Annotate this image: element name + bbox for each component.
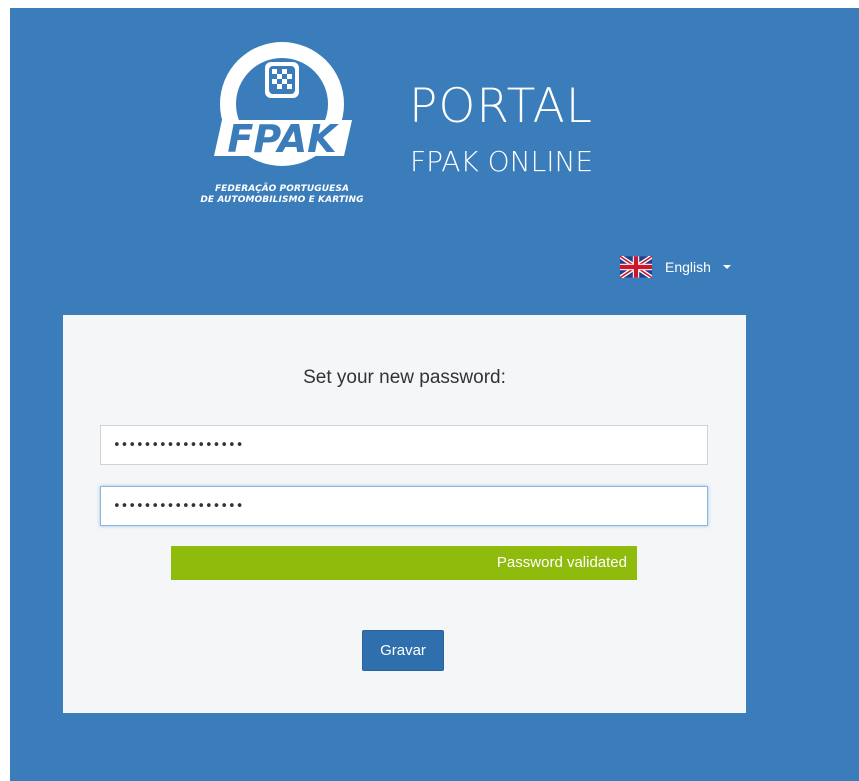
logo-text: FPAK — [227, 117, 339, 161]
portal-title: PORTAL — [409, 79, 593, 134]
confirm-password-field[interactable] — [100, 486, 708, 526]
password-panel: Set your new password: Password validate… — [63, 315, 746, 713]
language-label: English — [665, 259, 711, 275]
logo-caption-line2: DE AUTOMOBILISMO E KARTING — [200, 195, 364, 205]
fpak-logo: FPAK FEDERAÇÃO PORTUGUESA DE AUTOMOBILIS… — [182, 34, 382, 214]
language-selector[interactable]: English — [620, 255, 731, 279]
form-title: Set your new password: — [303, 367, 506, 388]
password-strength-bar: Password validated — [171, 546, 637, 580]
logo-caption: FEDERAÇÃO PORTUGUESA DE AUTOMOBILISMO E … — [182, 184, 382, 206]
password-strength-text: Password validated — [496, 554, 627, 571]
app-background: FPAK FEDERAÇÃO PORTUGUESA DE AUTOMOBILIS… — [10, 8, 859, 781]
chevron-down-icon — [722, 265, 731, 269]
uk-flag-icon — [620, 256, 652, 278]
fpak-wordmark: FPAK — [227, 117, 339, 161]
logo-caption-line1: FEDERAÇÃO PORTUGUESA — [214, 184, 350, 194]
save-button[interactable]: Gravar — [362, 630, 444, 671]
portal-subtitle: FPAK ONLINE — [410, 145, 594, 178]
new-password-field[interactable] — [100, 425, 708, 465]
